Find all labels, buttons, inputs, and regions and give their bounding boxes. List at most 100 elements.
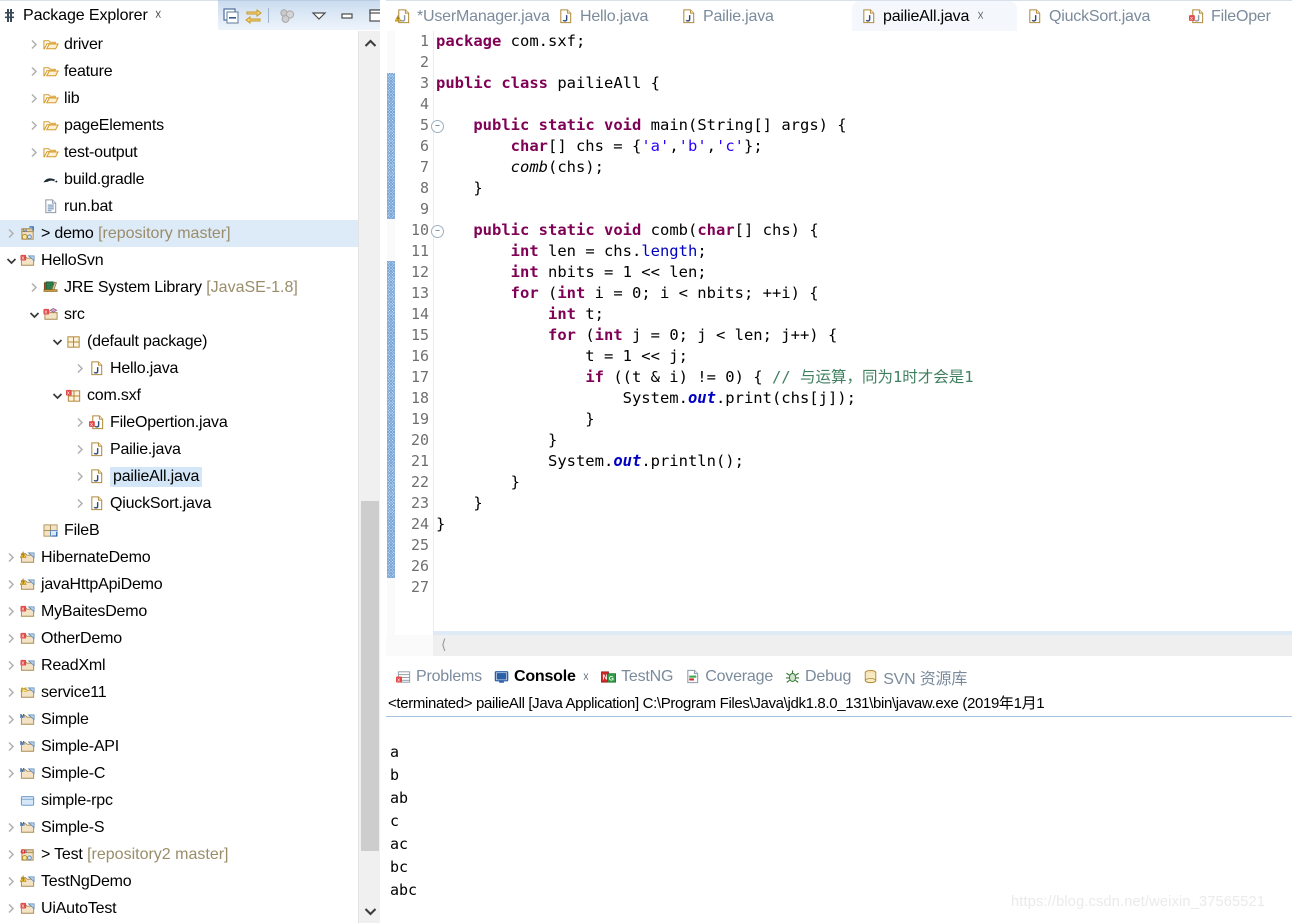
tree-item-simple-c[interactable]: M Simple-C (0, 760, 358, 787)
tree-item-default-package[interactable]: (default package) (0, 328, 358, 355)
tree-item-qiucksort.java[interactable]: QiuckSort.java (0, 490, 358, 517)
chevron-right-icon[interactable] (4, 768, 18, 779)
chevron-right-icon[interactable] (4, 903, 18, 914)
chevron-right-icon[interactable] (73, 444, 87, 455)
code-text[interactable]: package com.sxf; public class pailieAll … (433, 31, 1292, 635)
tree-item-fileb[interactable]: FileB (0, 517, 358, 544)
chevron-down-icon[interactable] (4, 257, 18, 265)
console-output-line: bc (390, 858, 409, 876)
tree-item-lib[interactable]: lib (0, 85, 358, 112)
tree-item-service11[interactable]: JS service11 (0, 679, 358, 706)
console-tab-debug[interactable]: Debug (779, 662, 857, 692)
scroll-up-icon[interactable] (359, 31, 381, 55)
chevron-right-icon[interactable] (73, 471, 87, 482)
tree-item-simple-s[interactable]: M Simple-S (0, 814, 358, 841)
explorer-scroll-thumb[interactable] (361, 501, 379, 851)
chevron-right-icon[interactable] (4, 606, 18, 617)
tree-item-label: driver (64, 35, 103, 53)
editor-tab--usermanager-java[interactable]: *UserManager.java (386, 1, 550, 32)
chevron-right-icon[interactable] (27, 66, 41, 77)
chevron-down-icon[interactable] (310, 5, 328, 27)
console-tab-testng[interactable]: N G TestNG (595, 662, 679, 692)
chevron-right-icon[interactable] (4, 228, 18, 239)
tree-item-jre-system-library[interactable]: JRE System Library [JavaSE-1.8] (0, 274, 358, 301)
tree-item-pailie.java[interactable]: Pailie.java (0, 436, 358, 463)
chevron-down-icon[interactable] (27, 311, 41, 319)
minimize-icon[interactable] (338, 5, 356, 27)
collapse-all-icon[interactable] (222, 5, 240, 27)
chevron-right-icon[interactable] (4, 633, 18, 644)
scroll-left-icon[interactable]: ⟨ (441, 637, 446, 653)
tree-item-uiautotest[interactable]: x UiAutoTest (0, 895, 358, 922)
tree-item-readxml[interactable]: x ReadXml (0, 652, 358, 679)
editor-horizontal-scrollbar[interactable]: ⟨ (433, 635, 1292, 656)
code-editor[interactable]: 1 2 3 4 5−6 7 8 9 10−11 12 13 14 15 16 17 18 19 20 21 22 23 2… (386, 31, 1292, 656)
chevron-right-icon[interactable] (27, 282, 41, 293)
chevron-right-icon[interactable] (4, 876, 18, 887)
close-icon[interactable]: ☓ (583, 670, 589, 684)
tree-item-pageelements[interactable]: pageElements (0, 112, 358, 139)
project-tree[interactable]: driver feature lib pageElements test-output b… (0, 31, 358, 923)
tree-item-hibernatedemo[interactable]: HibernateDemo (0, 544, 358, 571)
chevron-right-icon[interactable] (73, 363, 87, 374)
tree-item-hellosvn[interactable]: x HelloSvn (0, 247, 358, 274)
chevron-right-icon[interactable] (27, 147, 41, 158)
editor-tab-label: Pailie.java (703, 7, 774, 25)
chevron-right-icon[interactable] (27, 120, 41, 131)
java-file-icon (87, 468, 106, 485)
console-tab-problems[interactable]: x Problems (390, 662, 488, 692)
tree-item-label: Simple (41, 710, 89, 728)
tree-item-test[interactable]: M> Test [repository2 master] (0, 841, 358, 868)
tab-package-explorer[interactable]: Package Explorer ☓ (0, 0, 218, 30)
tree-item-simple-rpc[interactable]: simple-rpc (0, 787, 358, 814)
tree-item-simple-api[interactable]: M Simple-API (0, 733, 358, 760)
editor-tab-hello-java[interactable]: Hello.java (549, 1, 671, 32)
code-line: int nbits = 1 << len; (510, 263, 707, 281)
tree-item-test-output[interactable]: test-output (0, 139, 358, 166)
chevron-right-icon[interactable] (4, 849, 18, 860)
line-number: 19 (410, 410, 429, 428)
chevron-right-icon[interactable] (27, 93, 41, 104)
tree-item-testngdemo[interactable]: TestNgDemo (0, 868, 358, 895)
tree-item-feature[interactable]: feature (0, 58, 358, 85)
chevron-right-icon[interactable] (4, 714, 18, 725)
tree-item-run.bat[interactable]: run.bat (0, 193, 358, 220)
chevron-right-icon[interactable] (4, 579, 18, 590)
tree-item-com.sxf[interactable]: x com.sxf (0, 382, 358, 409)
tree-item-pailieall.java[interactable]: pailieAll.java (0, 463, 358, 490)
console-tab-console[interactable]: Console ☓ (488, 662, 595, 692)
scroll-down-icon[interactable] (359, 899, 381, 923)
view-menu-icon[interactable] (278, 5, 296, 27)
close-icon[interactable]: ☓ (977, 9, 984, 24)
tree-item-hello.java[interactable]: Hello.java (0, 355, 358, 382)
tree-item-mybaitesdemo[interactable]: x MyBaitesDemo (0, 598, 358, 625)
chevron-right-icon[interactable] (4, 687, 18, 698)
explorer-vertical-scrollbar[interactable] (358, 31, 381, 923)
chevron-right-icon[interactable] (4, 741, 18, 752)
chevron-right-icon[interactable] (4, 822, 18, 833)
tree-item-fileopertion.java[interactable]: x FileOpertion.java (0, 409, 358, 436)
watermark: https://blog.csdn.net/weixin_37565521 (1011, 894, 1266, 910)
console-tab-svn-[interactable]: SVN 资源库 (857, 662, 973, 692)
tree-item-build.gradle[interactable]: build.gradle (0, 166, 358, 193)
chevron-right-icon[interactable] (4, 660, 18, 671)
chevron-right-icon[interactable] (73, 417, 87, 428)
editor-tab-fileoper[interactable]: x FileOper (1180, 1, 1292, 32)
tree-item-otherdemo[interactable]: x OtherDemo (0, 625, 358, 652)
chevron-right-icon[interactable] (4, 552, 18, 563)
chevron-down-icon[interactable] (50, 392, 64, 400)
editor-tab-qiucksort-java[interactable]: QiuckSort.java (1018, 1, 1172, 32)
editor-tab-pailie-java[interactable]: Pailie.java (672, 1, 798, 32)
tree-item-driver[interactable]: driver (0, 31, 358, 58)
chevron-right-icon[interactable] (73, 498, 87, 509)
tree-item-src[interactable]: x src (0, 301, 358, 328)
link-with-editor-icon[interactable] (244, 5, 262, 27)
editor-tab-pailieall-java[interactable]: pailieAll.java ☓ (852, 1, 1017, 32)
chevron-right-icon[interactable] (27, 39, 41, 50)
tree-item-javahttpapidemo[interactable]: javaHttpApiDemo (0, 571, 358, 598)
chevron-down-icon[interactable] (50, 338, 64, 346)
tree-item-simple[interactable]: M Simple (0, 706, 358, 733)
tree-item-demo[interactable]: M > demo [repository master] (0, 220, 358, 247)
console-tab-coverage[interactable]: Coverage (679, 662, 779, 692)
close-icon[interactable]: ☓ (155, 8, 162, 23)
